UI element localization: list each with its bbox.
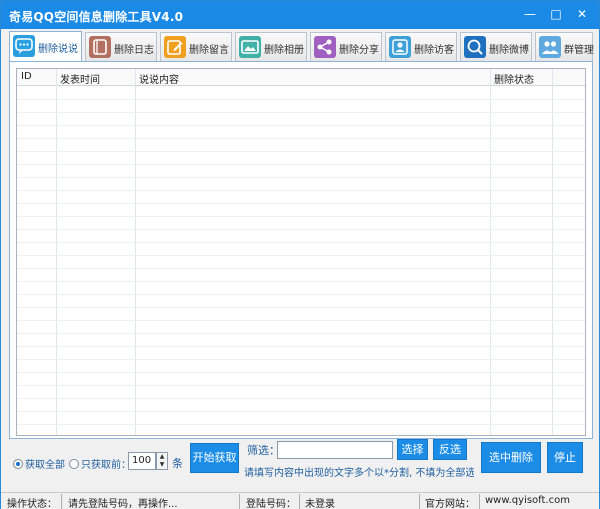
edit-note-icon (164, 36, 186, 58)
column-header-time[interactable]: 发表时间 (60, 71, 100, 86)
close-button[interactable]: ✕ (571, 5, 593, 23)
window-title: 奇易QQ空间信息删除工具V4.0 (9, 10, 184, 24)
tab-label: 群管理 (564, 45, 594, 56)
table-header: ID 发表时间 说说内容 删除状态 (17, 69, 585, 86)
table-row-line (17, 203, 585, 204)
table-row-line (17, 411, 585, 412)
tab-label: 删除分享 (339, 45, 379, 56)
tab-delete-weibo[interactable]: 删除微博 (460, 32, 532, 61)
table-row-line (17, 294, 585, 295)
table-row-line (17, 320, 585, 321)
chat-bubble-icon (13, 35, 35, 57)
tab-delete-shares[interactable]: 删除分享 (310, 32, 382, 61)
fetch-all-label: 获取全部 (25, 460, 65, 471)
table-row-line (17, 346, 585, 347)
fetch-first-radio[interactable]: 只获取前： (69, 456, 131, 471)
op-status-value: 请先登陆号码，再操作... (68, 499, 178, 509)
fetch-first-label: 只获取前： (81, 460, 131, 471)
tab-content-panel: ID 发表时间 说说内容 删除状态 (9, 61, 593, 439)
group-users-icon (539, 36, 561, 58)
table-row-line (17, 190, 585, 191)
weibo-icon (464, 36, 486, 58)
status-divider (61, 494, 62, 509)
posts-table[interactable]: ID 发表时间 说说内容 删除状态 (16, 68, 586, 436)
status-divider (239, 494, 240, 509)
status-divider (419, 494, 420, 509)
column-header-id[interactable]: ID (21, 71, 32, 82)
table-row-line (17, 385, 585, 386)
column-header-content[interactable]: 说说内容 (139, 71, 179, 86)
table-row-line (17, 229, 585, 230)
status-bar: 操作状态： 请先登陆号码，再操作... 登陆号码： 未登录 官方网站： www.… (1, 492, 599, 509)
site-link[interactable]: www.qyisoft.com (485, 495, 570, 506)
table-row-line (17, 164, 585, 165)
delete-selected-button[interactable]: 选中删除 (481, 442, 541, 473)
tab-label: 删除日志 (114, 45, 154, 56)
table-row-line (17, 255, 585, 256)
radio-selected-icon (13, 459, 23, 469)
table-row-line (17, 99, 585, 100)
count-stepper-input[interactable]: 100 (128, 452, 156, 470)
tab-group-management[interactable]: 群管理 (535, 32, 594, 61)
table-row-line (17, 307, 585, 308)
filter-label: 筛选： (247, 444, 280, 457)
site-label: 官方网站： (425, 499, 475, 509)
tab-label: 删除访客 (414, 45, 454, 56)
status-divider (479, 494, 480, 509)
column-header-status[interactable]: 删除状态 (494, 71, 534, 86)
table-row-line (17, 112, 585, 113)
tab-label: 删除说说 (38, 44, 78, 55)
tab-delete-posts[interactable]: 删除说说 (9, 31, 82, 62)
stop-button[interactable]: 停止 (547, 442, 583, 473)
control-panel: 获取全部 只获取前： 100 ▲ ▼ 条 开始获取 筛选： 选择 反选 请填写内容… (1, 439, 599, 491)
main-window: 奇易QQ空间信息删除工具V4.0 — □ ✕ 删除说说 删除日志 删除留言 删除… (0, 0, 600, 509)
table-row-line (17, 216, 585, 217)
filter-input[interactable] (277, 441, 393, 459)
table-row-line (17, 138, 585, 139)
table-row-line (17, 398, 585, 399)
table-row-line (17, 125, 585, 126)
op-status-label: 操作状态： (7, 499, 57, 509)
table-row-line (17, 268, 585, 269)
tab-delete-visitors[interactable]: 删除访客 (385, 32, 457, 61)
image-gallery-icon (239, 36, 261, 58)
table-row-line (17, 242, 585, 243)
tab-label: 删除相册 (264, 45, 304, 56)
invert-selection-button[interactable]: 反选 (433, 439, 467, 460)
tab-label: 删除微博 (489, 45, 529, 56)
title-bar[interactable]: 奇易QQ空间信息删除工具V4.0 — □ ✕ (1, 1, 599, 29)
count-stepper-arrows[interactable]: ▲ ▼ (156, 452, 168, 470)
tab-bar: 删除说说 删除日志 删除留言 删除相册 删除分享 删除访客 删除微博 群管理 (9, 31, 594, 62)
maximize-button[interactable]: □ (545, 5, 567, 23)
tab-label: 删除留言 (189, 45, 229, 56)
table-row-line (17, 281, 585, 282)
radio-unselected-icon (69, 459, 79, 469)
minimize-button[interactable]: — (519, 5, 541, 23)
table-row-line (17, 359, 585, 360)
fetch-all-radio[interactable]: 获取全部 (13, 456, 65, 471)
share-icon (314, 36, 336, 58)
count-unit-label: 条 (172, 457, 183, 470)
tab-delete-messages[interactable]: 删除留言 (160, 32, 232, 61)
tab-delete-albums[interactable]: 删除相册 (235, 32, 307, 61)
login-label: 登陆号码： (246, 499, 296, 509)
status-divider (299, 494, 300, 509)
tab-delete-journal[interactable]: 删除日志 (85, 32, 157, 61)
filter-hint-text: 请填写内容中出现的文字多个以*分割, 不填为全部选择 (244, 468, 474, 479)
start-fetch-button[interactable]: 开始获取 (190, 443, 239, 473)
table-row-line (17, 151, 585, 152)
table-row-line (17, 372, 585, 373)
table-row-line (17, 177, 585, 178)
login-value: 未登录 (305, 499, 335, 509)
table-row-line (17, 333, 585, 334)
table-row-line (17, 424, 585, 425)
select-button[interactable]: 选择 (397, 439, 428, 460)
journal-icon (89, 36, 111, 58)
visitor-icon (389, 36, 411, 58)
